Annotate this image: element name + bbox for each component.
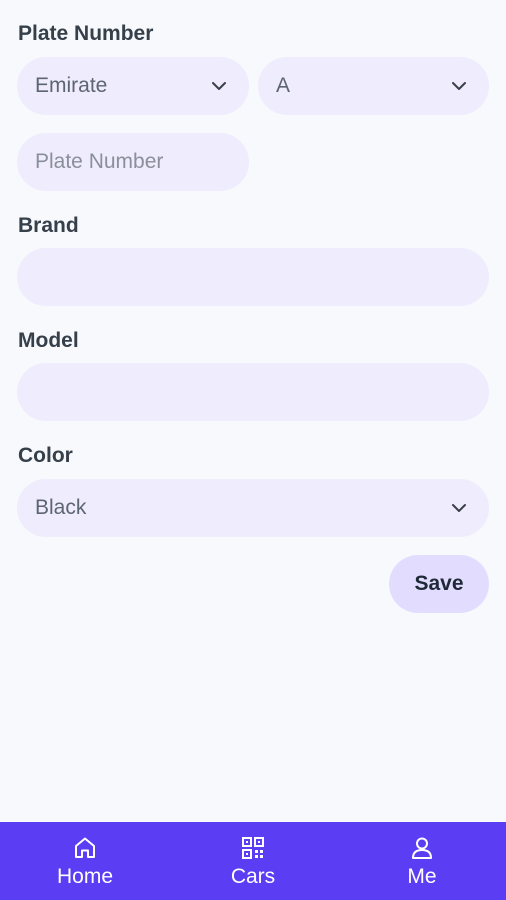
chevron-down-icon <box>452 82 466 90</box>
model-input[interactable] <box>17 363 489 421</box>
nav-item-home[interactable]: Home <box>25 822 145 900</box>
plate-number-label: Plate Number <box>18 22 154 45</box>
plate-number-placeholder: Plate Number <box>35 150 164 173</box>
model-label: Model <box>18 329 79 352</box>
bottom-navigation: Home Cars Me <box>0 822 506 900</box>
save-button[interactable]: Save <box>389 555 489 613</box>
chevron-down-icon <box>212 82 226 90</box>
plate-code-select[interactable]: A <box>258 57 489 115</box>
user-icon <box>412 837 432 859</box>
nav-item-cars-label: Cars <box>230 865 276 888</box>
nav-item-cars[interactable]: Cars <box>193 822 313 900</box>
qr-code-icon <box>242 837 264 859</box>
nav-item-me-label: Me <box>407 865 437 888</box>
color-select-value: Black <box>35 496 87 519</box>
emirate-select-value: Emirate <box>35 74 108 97</box>
color-select[interactable]: Black <box>17 479 489 537</box>
plate-number-input[interactable]: Plate Number <box>17 133 249 191</box>
home-icon <box>75 837 95 858</box>
plate-code-select-value: A <box>276 74 291 97</box>
color-label: Color <box>18 444 73 467</box>
brand-input[interactable] <box>17 248 489 306</box>
brand-label: Brand <box>18 214 79 237</box>
chevron-down-icon <box>452 504 466 512</box>
emirate-select[interactable]: Emirate <box>17 57 249 115</box>
nav-item-home-label: Home <box>56 865 114 888</box>
nav-item-me[interactable]: Me <box>362 822 482 900</box>
